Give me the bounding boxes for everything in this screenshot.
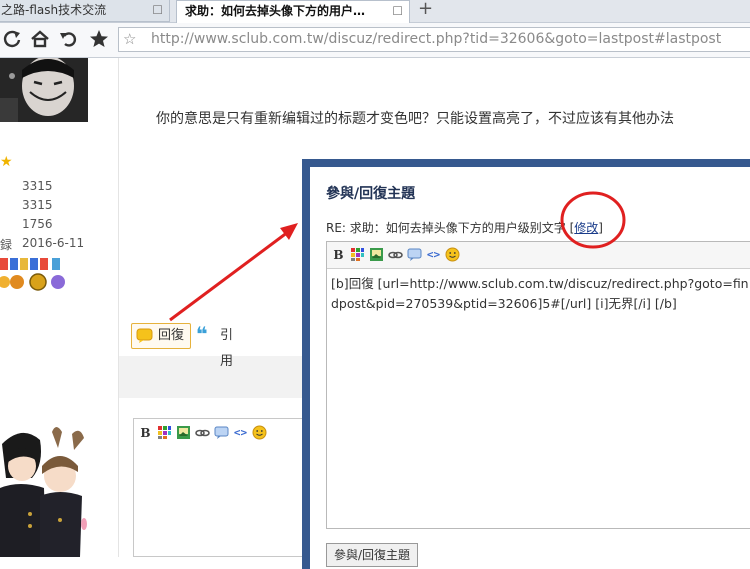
edit-subject-link[interactable]: 修改 (574, 221, 598, 235)
bold-button[interactable]: B (138, 425, 153, 440)
insert-image-icon[interactable] (369, 247, 384, 262)
reply-dialog: 參與/回復主題 RE: 求助：如何去掉头像下方的用户级别文字 [修改] B <>… (302, 159, 750, 569)
quote-icon: ❝ (196, 322, 208, 346)
speech-bubble-icon (136, 328, 153, 343)
submit-reply-button[interactable]: 參與/回復主題 (326, 543, 418, 567)
post-message: 你的意思是只有重新编辑过的标题才变色吧？只能设置高亮了，不过应该有其他办法 (156, 111, 674, 127)
browser-tab-strip: 之路-flash技术交流 ☐ 求助：如何去掉头像下方的用户… ☐ + (0, 0, 750, 23)
tab-close-icon[interactable]: ☐ (152, 0, 163, 20)
bookmark-star-icon[interactable]: ☆ (123, 30, 136, 48)
stat-value: 1756 (22, 217, 53, 231)
subject-bracket: ] (598, 221, 603, 235)
insert-image-icon[interactable] (176, 425, 191, 440)
home-icon[interactable] (29, 28, 51, 50)
stat-value: 2016-6-11 (22, 236, 85, 250)
dialog-title: 參與/回復主題 (326, 186, 416, 202)
favorites-star-icon[interactable] (88, 28, 110, 50)
new-tab-button[interactable]: + (418, 0, 433, 19)
color-palette-icon[interactable] (350, 247, 365, 262)
reply-label: 回復 (158, 328, 185, 343)
stat-value: 3315 (22, 198, 53, 212)
code-icon[interactable]: <> (426, 247, 441, 262)
anime-avatar (0, 424, 88, 557)
tab-flash-forum[interactable]: 之路-flash技术交流 ☐ (0, 0, 170, 22)
tab-label: 之路-flash技术交流 (1, 3, 107, 17)
undo-close-tab-icon[interactable] (57, 28, 79, 50)
quote-block-icon[interactable] (407, 247, 422, 262)
quick-reply-editor[interactable]: B <> (133, 418, 313, 557)
insert-link-icon[interactable] (388, 247, 403, 262)
color-palette-icon[interactable] (157, 425, 172, 440)
tab-close-icon[interactable]: ☐ (392, 1, 403, 21)
editor-buttons: B <> (331, 247, 460, 262)
quote-label: 引用 (220, 328, 234, 369)
tab-label: 求助：如何去掉头像下方的用户… (185, 4, 366, 18)
stat-label: 録 (0, 238, 13, 252)
stat-value: 3315 (22, 179, 53, 193)
reply-dialog-body: 參與/回復主題 RE: 求助：如何去掉头像下方的用户级别文字 [修改] B <>… (310, 167, 750, 569)
reply-editor[interactable]: B <> [b]回復 [url=http://www.sclub.com.tw/… (326, 241, 750, 529)
reply-button[interactable]: 回復 (131, 323, 191, 349)
medal-icons (0, 258, 72, 298)
reply-editor-text[interactable]: [b]回復 [url=http://www.sclub.com.tw/discu… (331, 274, 750, 314)
bold-button[interactable]: B (331, 247, 346, 262)
smiley-icon[interactable] (445, 247, 460, 262)
quote-block-icon[interactable] (214, 425, 229, 440)
reply-subject: RE: 求助：如何去掉头像下方的用户级别文字 [修改] (326, 219, 603, 236)
rank-star-icon: ★ (0, 154, 13, 170)
column-divider (118, 58, 119, 557)
reload-icon[interactable] (1, 28, 23, 50)
browser-toolbar: ☆ http://www.sclub.com.tw/discuz/redirec… (0, 23, 750, 58)
tab-help-thread[interactable]: 求助：如何去掉头像下方的用户… ☐ (176, 0, 410, 23)
address-url[interactable]: http://www.sclub.com.tw/discuz/redirect.… (151, 31, 721, 47)
quick-reply-toolbar: B <> (138, 425, 267, 440)
poster-info-column: ★ 3315 3315 1756 録 2016-6-11 (0, 58, 118, 557)
subject-text: RE: 求助：如何去掉头像下方的用户级别文字 [ (326, 221, 575, 235)
user-avatar (0, 58, 88, 122)
code-icon[interactable]: <> (233, 425, 248, 440)
insert-link-icon[interactable] (195, 425, 210, 440)
smiley-icon[interactable] (252, 425, 267, 440)
reply-editor-toolbar: B <> (327, 242, 750, 269)
forum-page: ★ 3315 3315 1756 録 2016-6-11 你的意思是只有重新编辑… (0, 58, 750, 569)
address-bar[interactable]: ☆ http://www.sclub.com.tw/discuz/redirec… (118, 27, 750, 52)
